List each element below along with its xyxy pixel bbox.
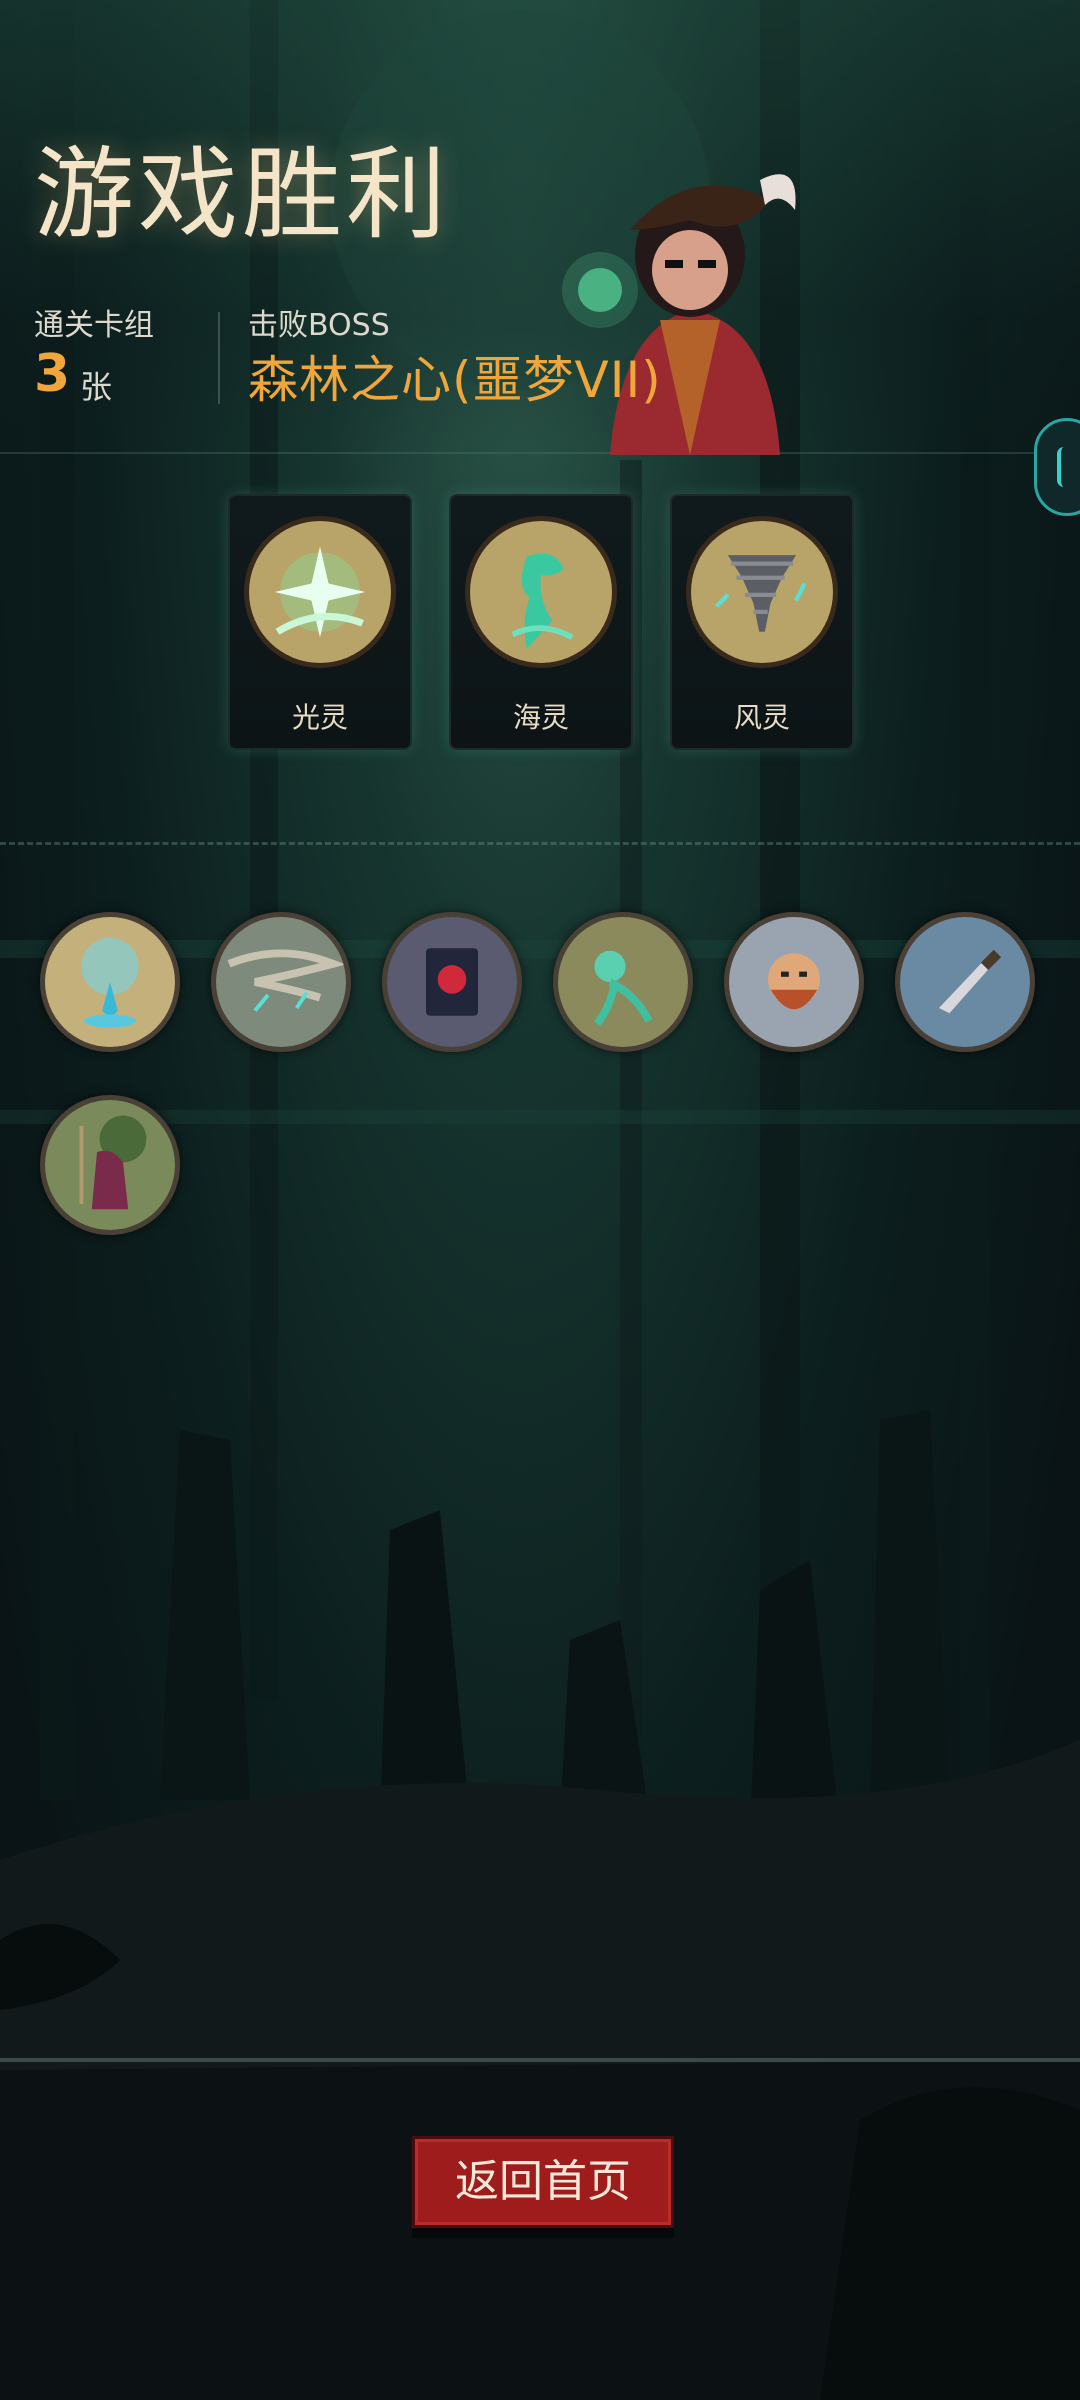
tentacle-relic-icon[interactable] [553, 912, 693, 1052]
card-name: 海灵 [512, 701, 569, 734]
bearded-man-relic-icon[interactable] [724, 912, 864, 1052]
tornado-relic-icon[interactable] [211, 912, 351, 1052]
section-divider [0, 842, 1080, 845]
boss-name: 森林之心(噩梦VII) [248, 351, 662, 409]
hooded-figure-relic-icon[interactable] [40, 1095, 180, 1235]
water-fountain-relic-icon[interactable] [40, 912, 180, 1052]
deck-label: 通关卡组 [34, 308, 154, 343]
sea-spirit-icon [465, 516, 617, 668]
wind-spirit-icon [686, 516, 838, 668]
side-drawer-handle[interactable] [1034, 418, 1080, 516]
deck-unit: 张 [80, 368, 113, 406]
red-book-relic-icon[interactable] [382, 912, 522, 1052]
card-name: 风灵 [733, 701, 790, 734]
return-home-button[interactable]: 返回首页 [412, 2136, 674, 2228]
card-light-spirit[interactable]: 光灵 [228, 494, 412, 750]
stats-divider [218, 312, 220, 404]
card-name: 光灵 [291, 701, 348, 734]
light-spirit-icon [244, 516, 396, 668]
boss-label: 击败BOSS [248, 308, 390, 343]
deck-count: 3 [34, 344, 71, 404]
dagger-relic-icon[interactable] [895, 912, 1035, 1052]
card-sea-spirit[interactable]: 海灵 [449, 494, 633, 750]
victory-title: 游戏胜利 [34, 136, 450, 253]
card-wind-spirit[interactable]: 风灵 [670, 494, 854, 750]
